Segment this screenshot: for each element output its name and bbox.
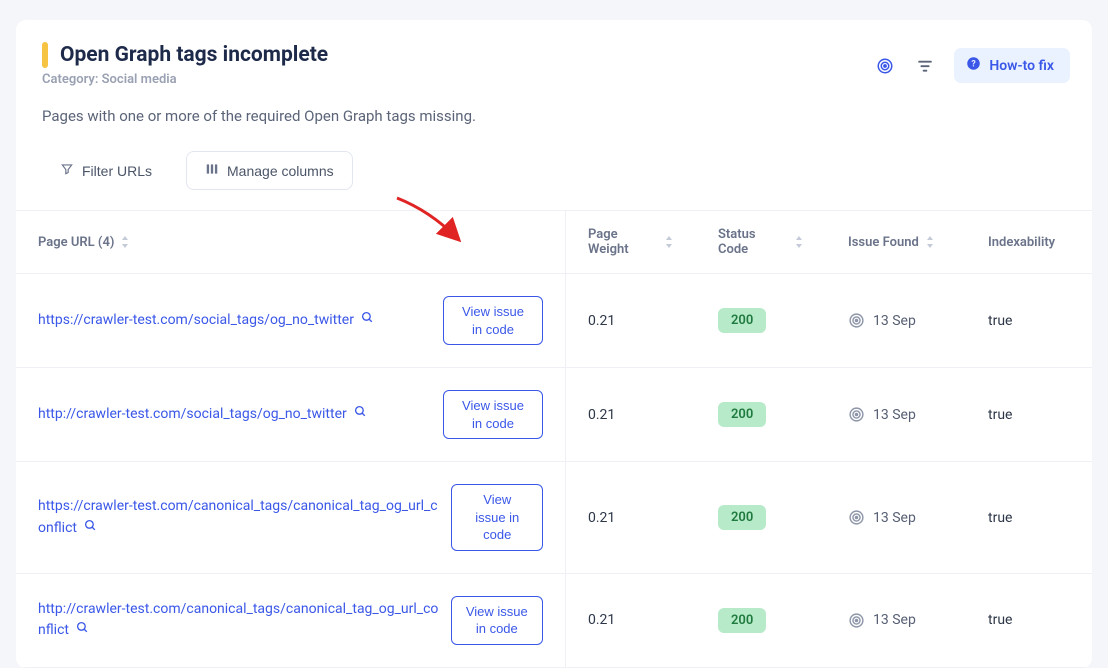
table-row: http://crawler-test.com/canonical_tags/c… — [16, 574, 1092, 668]
manage-columns-button[interactable]: Manage columns — [186, 151, 353, 190]
url-link[interactable]: http://crawler-test.com/canonical_tags/c… — [38, 601, 438, 639]
table-row: http://crawler-test.com/social_tags/og_n… — [16, 368, 1092, 462]
sort-icon — [794, 236, 804, 248]
cell-found: 13 Sep — [826, 574, 966, 667]
url-link[interactable]: http://crawler-test.com/social_tags/og_n… — [38, 406, 347, 422]
table-row: https://crawler-test.com/canonical_tags/… — [16, 462, 1092, 574]
columns-icon — [205, 162, 219, 179]
table-body: https://crawler-test.com/social_tags/og_… — [16, 274, 1092, 668]
table-row: https://crawler-test.com/social_tags/og_… — [16, 274, 1092, 368]
view-issue-button[interactable]: View issue in code — [443, 390, 543, 439]
howto-label: How-to fix — [989, 58, 1054, 74]
status-badge: 200 — [718, 402, 766, 427]
cell-found: 13 Sep — [826, 368, 966, 461]
filter-list-icon[interactable] — [914, 55, 936, 77]
sort-icon — [664, 236, 674, 248]
cell-found: 13 Sep — [826, 274, 966, 367]
help-icon: ? — [966, 56, 981, 75]
cell-url: http://crawler-test.com/social_tags/og_n… — [16, 368, 566, 461]
radar-icon — [848, 509, 865, 526]
radar-icon — [848, 406, 865, 423]
url-link[interactable]: https://crawler-test.com/social_tags/og_… — [38, 312, 354, 328]
magnifier-icon[interactable] — [361, 311, 374, 324]
cell-status: 200 — [696, 274, 826, 367]
status-badge: 200 — [718, 308, 766, 333]
magnifier-icon[interactable] — [84, 519, 97, 532]
toolbar: Filter URLs Manage columns — [16, 141, 1092, 210]
issue-description: Pages with one or more of the required O… — [42, 107, 1066, 125]
cell-status: 200 — [696, 574, 826, 667]
view-issue-button[interactable]: View issue in code — [451, 484, 543, 551]
found-date: 13 Sep — [873, 407, 916, 423]
status-badge: 200 — [718, 505, 766, 530]
magnifier-icon[interactable] — [354, 405, 367, 418]
manage-columns-label: Manage columns — [227, 163, 334, 179]
found-date: 13 Sep — [873, 510, 916, 526]
cell-url: https://crawler-test.com/canonical_tags/… — [16, 462, 566, 573]
issue-title: Open Graph tags incomplete — [60, 43, 328, 67]
found-date: 13 Sep — [873, 612, 916, 628]
filter-urls-label: Filter URLs — [82, 163, 152, 179]
svg-text:?: ? — [972, 60, 977, 70]
header-status-label: Status Code — [718, 227, 788, 257]
severity-bar — [42, 42, 48, 68]
cell-url: https://crawler-test.com/social_tags/og_… — [16, 274, 566, 367]
header-url-label: Page URL (4) — [38, 235, 114, 250]
view-issue-button[interactable]: View issue in code — [443, 296, 543, 345]
header-actions: ? How-to fix — [874, 48, 1070, 83]
header-found-label: Issue Found — [848, 235, 919, 250]
header-index[interactable]: Indexability — [966, 211, 1086, 273]
header-index-label: Indexability — [988, 235, 1055, 250]
cell-url: http://crawler-test.com/canonical_tags/c… — [16, 574, 566, 667]
cell-status: 200 — [696, 462, 826, 573]
sort-icon — [120, 236, 130, 248]
header-weight[interactable]: Page Weight — [566, 211, 696, 273]
cell-weight: 0.21 — [566, 462, 696, 573]
howto-fix-button[interactable]: ? How-to fix — [954, 48, 1070, 83]
status-badge: 200 — [718, 608, 766, 633]
cell-weight: 0.21 — [566, 574, 696, 667]
cell-index: true — [966, 574, 1086, 667]
radar-icon — [848, 312, 865, 329]
url-link[interactable]: https://crawler-test.com/canonical_tags/… — [38, 498, 438, 536]
card-header: Open Graph tags incomplete Category: Soc… — [16, 20, 1092, 141]
cell-status: 200 — [696, 368, 826, 461]
filter-urls-button[interactable]: Filter URLs — [42, 152, 170, 189]
header-found[interactable]: Issue Found — [826, 211, 966, 273]
header-url[interactable]: Page URL (4) — [16, 211, 566, 273]
cell-index: true — [966, 274, 1086, 367]
found-date: 13 Sep — [873, 313, 916, 329]
cell-found: 13 Sep — [826, 462, 966, 573]
radar-icon — [848, 612, 865, 629]
header-status[interactable]: Status Code — [696, 211, 826, 273]
table-header-row: Page URL (4) Page Weight Status Code Iss… — [16, 211, 1092, 274]
header-weight-label: Page Weight — [588, 227, 658, 257]
issues-table: Page URL (4) Page Weight Status Code Iss… — [16, 210, 1092, 668]
cell-index: true — [966, 462, 1086, 573]
cell-weight: 0.21 — [566, 274, 696, 367]
magnifier-icon[interactable] — [76, 621, 89, 634]
issue-card: Open Graph tags incomplete Category: Soc… — [16, 20, 1092, 668]
view-issue-button[interactable]: View issue in code — [451, 596, 543, 645]
funnel-icon — [60, 162, 74, 179]
cell-weight: 0.21 — [566, 368, 696, 461]
sort-icon — [925, 236, 935, 248]
cell-index: true — [966, 368, 1086, 461]
radar-action-icon[interactable] — [874, 55, 896, 77]
